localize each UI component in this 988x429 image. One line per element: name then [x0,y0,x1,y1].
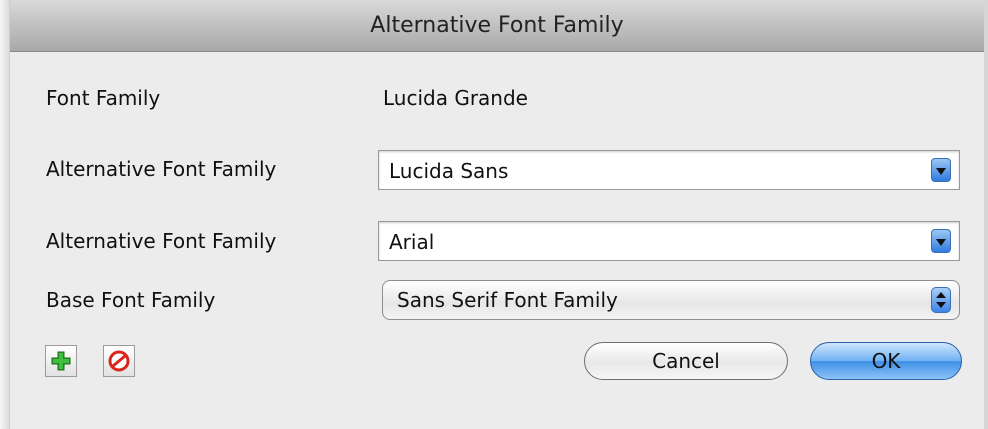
plus-icon [51,351,71,371]
chevron-down-icon[interactable] [931,158,951,182]
remove-icon [108,350,130,372]
font-family-label: Font Family [46,86,161,110]
alt-font-family-2-combobox[interactable]: Arial [378,221,960,261]
add-button[interactable] [45,345,77,377]
ok-button[interactable]: OK [810,342,962,380]
base-font-family-value: Sans Serif Font Family [397,288,618,312]
window-right-edge [984,0,988,429]
font-family-value: Lucida Grande [383,86,528,110]
window-title: Alternative Font Family [10,0,984,52]
base-font-family-label: Base Font Family [46,288,216,312]
alt-font-family-2-value[interactable]: Arial [389,222,434,262]
window-left-edge [0,0,10,429]
alternative-font-family-dialog: Alternative Font Family Font Family Luci… [0,0,988,429]
alt-font-family-1-value[interactable]: Lucida Sans [389,151,508,191]
alt-font-family-2-label: Alternative Font Family [46,229,277,253]
up-down-arrows-icon [931,287,951,313]
base-font-family-popup[interactable]: Sans Serif Font Family [382,280,960,320]
chevron-down-icon[interactable] [931,229,951,253]
remove-button[interactable] [103,345,135,377]
alt-font-family-1-label: Alternative Font Family [46,157,277,181]
cancel-button[interactable]: Cancel [584,342,788,380]
alt-font-family-1-combobox[interactable]: Lucida Sans [378,150,960,190]
